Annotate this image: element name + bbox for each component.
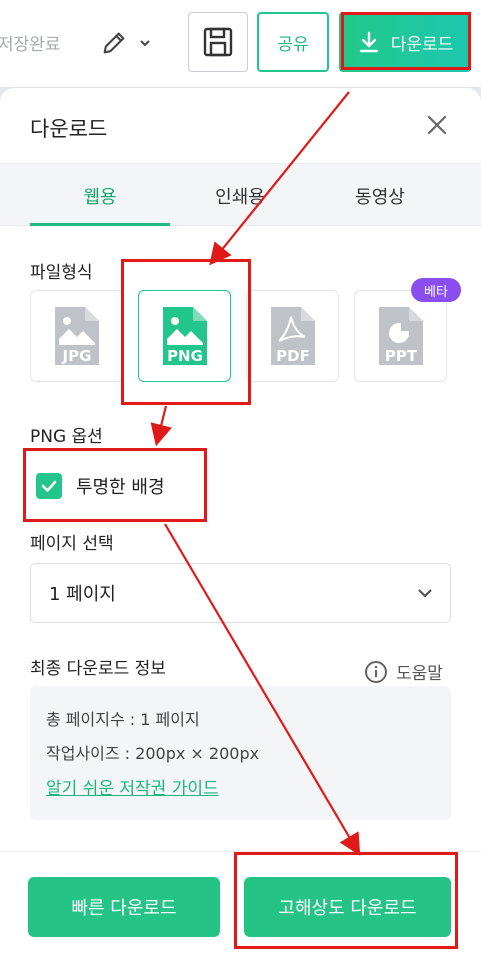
beta-badge: 베타 xyxy=(411,278,461,302)
pdf-file-icon: PDF xyxy=(270,307,315,365)
share-button[interactable]: 공유 xyxy=(257,12,329,72)
format-jpg[interactable]: JPG xyxy=(30,290,123,382)
tab-web-label: 웹용 xyxy=(83,186,117,208)
copyright-guide-link[interactable]: 알기 쉬운 저작권 가이드 xyxy=(46,774,219,799)
jpg-format-label: JPG xyxy=(61,347,91,365)
annotation-box-download xyxy=(341,12,471,70)
active-tab-indicator xyxy=(30,223,170,226)
jpg-file-icon: JPG xyxy=(54,307,99,365)
ppt-format-label: PPT xyxy=(384,347,417,365)
file-format-label: 파일형식 xyxy=(30,263,93,283)
tab-print-label: 인쇄용 xyxy=(215,186,265,208)
info-icon xyxy=(365,660,387,683)
floppy-disk-icon xyxy=(203,27,233,57)
tab-print[interactable]: 인쇄용 xyxy=(170,164,310,227)
tab-bar: 웹용 인쇄용 동영상 xyxy=(0,163,481,226)
save-button[interactable] xyxy=(188,12,248,72)
tab-video[interactable]: 동영상 xyxy=(310,164,450,227)
pencil-icon xyxy=(103,32,125,54)
work-size-text: 작업사이즈 : 200px × 200px xyxy=(46,744,260,763)
quick-download-button[interactable]: 빠른 다운로드 xyxy=(28,877,220,937)
final-download-info-label: 최종 다운로드 정보 xyxy=(30,659,166,679)
png-options-label: PNG 옵션 xyxy=(30,427,103,447)
annotation-box-transparent xyxy=(23,448,207,522)
format-ppt[interactable]: PPT xyxy=(354,290,447,382)
pdf-format-label: PDF xyxy=(276,347,310,365)
format-pdf[interactable]: PDF xyxy=(246,290,339,382)
annotation-box-hires xyxy=(234,852,458,949)
annotation-box-png xyxy=(121,259,251,405)
panel-title: 다운로드 xyxy=(30,117,108,141)
help-label: 도움말 xyxy=(396,664,443,684)
download-info-box: 총 페이지수 : 1 페이지 작업사이즈 : 200px × 200px 알기 … xyxy=(30,686,451,820)
chevron-down-icon xyxy=(418,589,432,598)
edit-title-button[interactable] xyxy=(100,26,164,60)
close-icon xyxy=(427,115,447,135)
tab-web[interactable]: 웹용 xyxy=(30,164,170,227)
share-button-label: 공유 xyxy=(277,34,309,55)
save-status: 저장완료 xyxy=(0,35,61,55)
page-select-dropdown[interactable]: 1 페이지 xyxy=(30,563,451,623)
help-link[interactable]: 도움말 xyxy=(364,659,443,684)
total-pages-text: 총 페이지수 : 1 페이지 xyxy=(46,710,200,729)
tab-video-label: 동영상 xyxy=(355,186,405,208)
close-button[interactable] xyxy=(424,112,450,138)
chevron-down-icon xyxy=(140,40,150,47)
quick-download-label: 빠른 다운로드 xyxy=(71,898,177,919)
app-root: 저장완료 공유 다운로드 다운로드 웹용 인쇄용 동영상 파일형식 JPG PN… xyxy=(0,0,481,961)
ppt-file-icon: PPT xyxy=(378,307,423,365)
download-panel: 다운로드 웹용 인쇄용 동영상 파일형식 JPG PNG PDF PPT 베타 … xyxy=(0,88,481,961)
page-select-label: 페이지 선택 xyxy=(30,534,114,554)
page-select-value: 1 페이지 xyxy=(49,584,116,605)
